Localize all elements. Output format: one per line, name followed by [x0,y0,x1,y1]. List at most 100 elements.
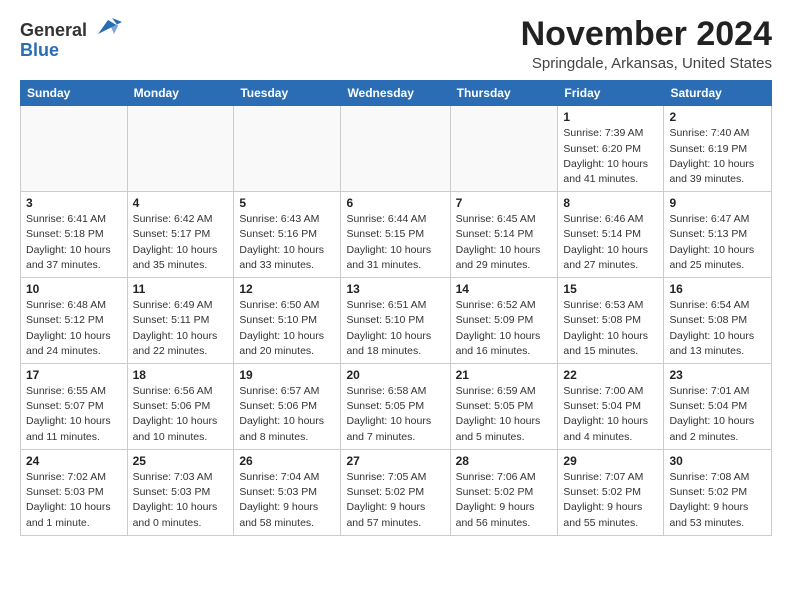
weekday-header-monday: Monday [127,81,234,106]
day-number: 21 [456,368,553,382]
calendar-cell [234,106,341,192]
day-info: Sunrise: 6:48 AMSunset: 5:12 PMDaylight:… [26,298,122,359]
calendar-cell [341,106,450,192]
day-info: Sunrise: 6:53 AMSunset: 5:08 PMDaylight:… [563,298,658,359]
day-number: 23 [669,368,766,382]
day-info: Sunrise: 7:07 AMSunset: 5:02 PMDaylight:… [563,470,658,531]
day-number: 5 [239,196,335,210]
week-row-2: 3 Sunrise: 6:41 AMSunset: 5:18 PMDaylight… [21,192,772,278]
day-info: Sunrise: 6:44 AMSunset: 5:15 PMDaylight:… [346,212,444,273]
day-number: 25 [133,454,229,468]
weekday-header-thursday: Thursday [450,81,558,106]
day-info: Sunrise: 7:01 AMSunset: 5:04 PMDaylight:… [669,384,766,445]
day-number: 24 [26,454,122,468]
location-subtitle: Springdale, Arkansas, United States [521,55,772,72]
calendar-cell: 8 Sunrise: 6:46 AMSunset: 5:14 PMDaylight… [558,192,664,278]
weekday-header-row: SundayMondayTuesdayWednesdayThursdayFrid… [21,81,772,106]
day-info: Sunrise: 6:41 AMSunset: 5:18 PMDaylight:… [26,212,122,273]
day-number: 9 [669,196,766,210]
day-number: 6 [346,196,444,210]
calendar-cell [127,106,234,192]
day-info: Sunrise: 6:59 AMSunset: 5:05 PMDaylight:… [456,384,553,445]
weekday-header-saturday: Saturday [664,81,772,106]
day-info: Sunrise: 6:49 AMSunset: 5:11 PMDaylight:… [133,298,229,359]
day-info: Sunrise: 6:50 AMSunset: 5:10 PMDaylight:… [239,298,335,359]
calendar-cell: 21 Sunrise: 6:59 AMSunset: 5:05 PMDayligh… [450,364,558,450]
calendar-cell: 7 Sunrise: 6:45 AMSunset: 5:14 PMDaylight… [450,192,558,278]
day-info: Sunrise: 7:03 AMSunset: 5:03 PMDaylight:… [133,470,229,531]
weekday-header-friday: Friday [558,81,664,106]
day-info: Sunrise: 7:06 AMSunset: 5:02 PMDaylight:… [456,470,553,531]
calendar-cell: 25 Sunrise: 7:03 AMSunset: 5:03 PMDayligh… [127,449,234,535]
day-info: Sunrise: 6:43 AMSunset: 5:16 PMDaylight:… [239,212,335,273]
calendar-cell: 15 Sunrise: 6:53 AMSunset: 5:08 PMDayligh… [558,278,664,364]
week-row-4: 17 Sunrise: 6:55 AMSunset: 5:07 PMDayligh… [21,364,772,450]
logo-general-text: General [20,20,87,40]
day-number: 7 [456,196,553,210]
calendar-cell: 24 Sunrise: 7:02 AMSunset: 5:03 PMDayligh… [21,449,128,535]
calendar-cell: 27Sunrise: 7:05 AMSunset: 5:02 PMDayligh… [341,449,450,535]
calendar-cell: 6 Sunrise: 6:44 AMSunset: 5:15 PMDaylight… [341,192,450,278]
day-number: 18 [133,368,229,382]
day-info: Sunrise: 6:45 AMSunset: 5:14 PMDaylight:… [456,212,553,273]
calendar-cell [21,106,128,192]
calendar-cell: 29Sunrise: 7:07 AMSunset: 5:02 PMDayligh… [558,449,664,535]
page-header: General Blue November 2024 Springdale, A… [20,16,772,72]
day-info: Sunrise: 6:58 AMSunset: 5:05 PMDaylight:… [346,384,444,445]
calendar-cell: 22 Sunrise: 7:00 AMSunset: 5:04 PMDayligh… [558,364,664,450]
day-number: 22 [563,368,658,382]
week-row-3: 10Sunrise: 6:48 AMSunset: 5:12 PMDayligh… [21,278,772,364]
calendar-cell: 17 Sunrise: 6:55 AMSunset: 5:07 PMDayligh… [21,364,128,450]
day-info: Sunrise: 7:00 AMSunset: 5:04 PMDaylight:… [563,384,658,445]
calendar-cell: 2 Sunrise: 7:40 AMSunset: 6:19 PMDaylight… [664,106,772,192]
day-info: Sunrise: 6:57 AMSunset: 5:06 PMDaylight:… [239,384,335,445]
day-info: Sunrise: 6:54 AMSunset: 5:08 PMDaylight:… [669,298,766,359]
day-number: 16 [669,282,766,296]
day-info: Sunrise: 6:52 AMSunset: 5:09 PMDaylight:… [456,298,553,359]
calendar-table: SundayMondayTuesdayWednesdayThursdayFrid… [20,80,772,535]
title-area: November 2024 Springdale, Arkansas, Unit… [521,16,772,72]
logo-bird-icon [94,16,122,36]
day-info: Sunrise: 7:08 AMSunset: 5:02 PMDaylight:… [669,470,766,531]
logo: General Blue [20,16,122,61]
day-number: 30 [669,454,766,468]
logo-blue-text: Blue [20,41,59,61]
weekday-header-wednesday: Wednesday [341,81,450,106]
day-number: 19 [239,368,335,382]
calendar-cell: 20Sunrise: 6:58 AMSunset: 5:05 PMDayligh… [341,364,450,450]
day-info: Sunrise: 7:40 AMSunset: 6:19 PMDaylight:… [669,126,766,187]
calendar-cell: 10Sunrise: 6:48 AMSunset: 5:12 PMDayligh… [21,278,128,364]
calendar-cell: 1 Sunrise: 7:39 AMSunset: 6:20 PMDaylight… [558,106,664,192]
day-number: 28 [456,454,553,468]
day-number: 14 [456,282,553,296]
day-info: Sunrise: 6:42 AMSunset: 5:17 PMDaylight:… [133,212,229,273]
calendar-cell: 14 Sunrise: 6:52 AMSunset: 5:09 PMDayligh… [450,278,558,364]
calendar-cell: 12 Sunrise: 6:50 AMSunset: 5:10 PMDayligh… [234,278,341,364]
day-number: 12 [239,282,335,296]
calendar-cell: 5 Sunrise: 6:43 AMSunset: 5:16 PMDaylight… [234,192,341,278]
day-number: 8 [563,196,658,210]
day-number: 2 [669,110,766,124]
calendar-cell: 4 Sunrise: 6:42 AMSunset: 5:17 PMDaylight… [127,192,234,278]
day-info: Sunrise: 6:47 AMSunset: 5:13 PMDaylight:… [669,212,766,273]
day-number: 26 [239,454,335,468]
day-number: 15 [563,282,658,296]
day-info: Sunrise: 7:04 AMSunset: 5:03 PMDaylight:… [239,470,335,531]
day-info: Sunrise: 7:39 AMSunset: 6:20 PMDaylight:… [563,126,658,187]
day-number: 17 [26,368,122,382]
day-number: 3 [26,196,122,210]
calendar-cell: 26 Sunrise: 7:04 AMSunset: 5:03 PMDayligh… [234,449,341,535]
day-info: Sunrise: 6:55 AMSunset: 5:07 PMDaylight:… [26,384,122,445]
calendar-cell: 18Sunrise: 6:56 AMSunset: 5:06 PMDayligh… [127,364,234,450]
day-info: Sunrise: 6:46 AMSunset: 5:14 PMDaylight:… [563,212,658,273]
day-number: 1 [563,110,658,124]
day-number: 11 [133,282,229,296]
day-number: 4 [133,196,229,210]
day-info: Sunrise: 7:02 AMSunset: 5:03 PMDaylight:… [26,470,122,531]
calendar-cell [450,106,558,192]
calendar-cell: 19 Sunrise: 6:57 AMSunset: 5:06 PMDayligh… [234,364,341,450]
calendar-cell: 30 Sunrise: 7:08 AMSunset: 5:02 PMDayligh… [664,449,772,535]
calendar-cell: 23 Sunrise: 7:01 AMSunset: 5:04 PMDayligh… [664,364,772,450]
calendar-cell: 13Sunrise: 6:51 AMSunset: 5:10 PMDayligh… [341,278,450,364]
day-number: 13 [346,282,444,296]
